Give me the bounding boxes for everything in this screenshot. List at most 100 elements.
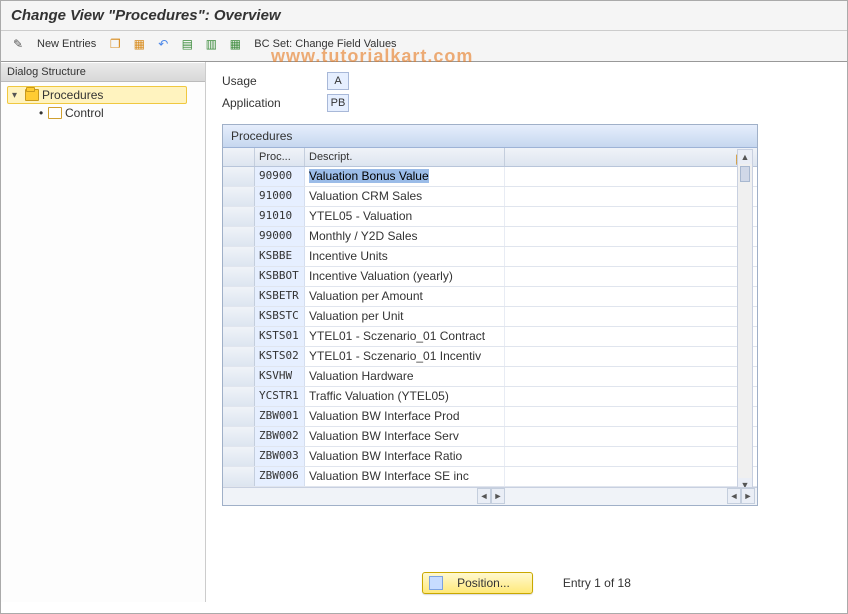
row-selector[interactable] xyxy=(223,347,255,366)
cell-proc[interactable]: KSBSTC xyxy=(255,307,305,326)
row-selector[interactable] xyxy=(223,207,255,226)
row-selector[interactable] xyxy=(223,427,255,446)
cell-proc[interactable]: KSTS01 xyxy=(255,327,305,346)
cell-proc[interactable]: 99000 xyxy=(255,227,305,246)
table-row[interactable]: 99000Monthly / Y2D Sales xyxy=(223,227,757,247)
save-icon[interactable]: ▦ xyxy=(130,35,148,53)
procedures-grid: Procedures Proc... Descript. ▦ 90900Valu… xyxy=(222,124,758,506)
cell-desc[interactable]: Incentive Units xyxy=(305,247,505,266)
cell-desc[interactable]: Valuation BW Interface Prod xyxy=(305,407,505,426)
vertical-scrollbar[interactable]: ▲ ▼ xyxy=(737,149,753,493)
cell-proc[interactable]: YCSTR1 xyxy=(255,387,305,406)
row-selector[interactable] xyxy=(223,447,255,466)
collapse-icon[interactable]: ▾ xyxy=(12,90,22,101)
row-selector[interactable] xyxy=(223,367,255,386)
table-row[interactable]: 91000Valuation CRM Sales xyxy=(223,187,757,207)
table-row[interactable]: 90900Valuation Bonus Value xyxy=(223,167,757,187)
tree-node-label: Procedures xyxy=(42,88,103,102)
row-selector[interactable] xyxy=(223,287,255,306)
row-selector[interactable] xyxy=(223,467,255,486)
cell-desc[interactable]: Valuation per Amount xyxy=(305,287,505,306)
table-row[interactable]: YCSTR1Traffic Valuation (YTEL05) xyxy=(223,387,757,407)
cell-proc[interactable]: KSVHW xyxy=(255,367,305,386)
scroll-left2-icon[interactable]: ◄ xyxy=(727,488,741,504)
deselect-icon[interactable]: ▥ xyxy=(202,35,220,53)
cell-proc[interactable]: KSBETR xyxy=(255,287,305,306)
cell-desc[interactable]: Monthly / Y2D Sales xyxy=(305,227,505,246)
cell-desc[interactable]: Valuation BW Interface Ratio xyxy=(305,447,505,466)
cell-proc[interactable]: KSBBE xyxy=(255,247,305,266)
table-row[interactable]: KSTS01YTEL01 - Sczenario_01 Contract xyxy=(223,327,757,347)
grid-body: 90900Valuation Bonus Value91000Valuation… xyxy=(223,167,757,487)
new-entries-button[interactable]: New Entries xyxy=(37,38,96,50)
cell-desc[interactable]: Traffic Valuation (YTEL05) xyxy=(305,387,505,406)
dialog-tree: ▾ Procedures • Control xyxy=(1,82,205,122)
cell-proc[interactable]: 91010 xyxy=(255,207,305,226)
cell-desc[interactable]: Valuation CRM Sales xyxy=(305,187,505,206)
cell-proc[interactable]: ZBW006 xyxy=(255,467,305,486)
undo-icon[interactable]: ↶ xyxy=(154,35,172,53)
cell-desc[interactable]: Valuation BW Interface Serv xyxy=(305,427,505,446)
row-selector[interactable] xyxy=(223,247,255,266)
row-selector[interactable] xyxy=(223,307,255,326)
scroll-right-icon[interactable]: ► xyxy=(491,488,505,504)
table-row[interactable]: ZBW001Valuation BW Interface Prod xyxy=(223,407,757,427)
tree-node-procedures[interactable]: ▾ Procedures xyxy=(7,86,187,104)
pencil-icon[interactable]: ✎ xyxy=(9,35,27,53)
position-button[interactable]: Position... xyxy=(422,572,533,594)
table-row[interactable]: KSBETRValuation per Amount xyxy=(223,287,757,307)
bullet-icon: • xyxy=(39,106,45,120)
entry-counter: Entry 1 of 18 xyxy=(563,576,631,590)
scroll-right2-icon[interactable]: ► xyxy=(741,488,755,504)
cell-desc[interactable]: Valuation per Unit xyxy=(305,307,505,326)
row-selector[interactable] xyxy=(223,267,255,286)
row-selector[interactable] xyxy=(223,227,255,246)
table-row[interactable]: ZBW006Valuation BW Interface SE inc xyxy=(223,467,757,487)
cell-proc[interactable]: 90900 xyxy=(255,167,305,186)
col-proc-header[interactable]: Proc... xyxy=(255,148,305,166)
row-selector[interactable] xyxy=(223,167,255,186)
cell-proc[interactable]: ZBW002 xyxy=(255,427,305,446)
export-icon[interactable]: ▦ xyxy=(226,35,244,53)
col-desc-header[interactable]: Descript. xyxy=(305,148,505,166)
position-label: Position... xyxy=(457,576,510,590)
cell-proc[interactable]: ZBW003 xyxy=(255,447,305,466)
bc-set-button[interactable]: BC Set: Change Field Values xyxy=(254,38,396,50)
table-row[interactable]: KSBBEIncentive Units xyxy=(223,247,757,267)
table-row[interactable]: KSBBOTIncentive Valuation (yearly) xyxy=(223,267,757,287)
cell-desc[interactable]: YTEL05 - Valuation xyxy=(305,207,505,226)
copy-icon[interactable]: ❐ xyxy=(106,35,124,53)
select-all-icon[interactable]: ▤ xyxy=(178,35,196,53)
cell-proc[interactable]: ZBW001 xyxy=(255,407,305,426)
application-value: PB xyxy=(327,94,349,112)
table-row[interactable]: 91010YTEL05 - Valuation xyxy=(223,207,757,227)
tree-node-control[interactable]: • Control xyxy=(35,104,205,122)
cell-desc[interactable]: Valuation BW Interface SE inc xyxy=(305,467,505,486)
toolbar: ✎ New Entries ❐ ▦ ↶ ▤ ▥ ▦ BC Set: Change… xyxy=(1,31,847,62)
cell-proc[interactable]: KSTS02 xyxy=(255,347,305,366)
folder-icon xyxy=(48,107,62,119)
scroll-up-icon[interactable]: ▲ xyxy=(738,150,752,164)
grid-title: Procedures xyxy=(223,125,757,148)
row-selector[interactable] xyxy=(223,327,255,346)
cell-desc[interactable]: Incentive Valuation (yearly) xyxy=(305,267,505,286)
cell-proc[interactable]: KSBBOT xyxy=(255,267,305,286)
table-row[interactable]: KSVHWValuation Hardware xyxy=(223,367,757,387)
row-selector[interactable] xyxy=(223,387,255,406)
scroll-thumb[interactable] xyxy=(740,166,750,182)
table-row[interactable]: KSBSTCValuation per Unit xyxy=(223,307,757,327)
cell-proc[interactable]: 91000 xyxy=(255,187,305,206)
row-selector[interactable] xyxy=(223,187,255,206)
cell-desc[interactable]: Valuation Bonus Value xyxy=(305,167,505,186)
grid-corner[interactable] xyxy=(223,148,255,166)
table-row[interactable]: ZBW003Valuation BW Interface Ratio xyxy=(223,447,757,467)
row-selector[interactable] xyxy=(223,407,255,426)
cell-desc[interactable]: YTEL01 - Sczenario_01 Contract xyxy=(305,327,505,346)
table-row[interactable]: KSTS02YTEL01 - Sczenario_01 Incentiv xyxy=(223,347,757,367)
horizontal-scrollbar[interactable]: ◄ ► ◄ ► xyxy=(223,487,757,505)
cell-desc[interactable]: Valuation Hardware xyxy=(305,367,505,386)
main-area: Dialog Structure ▾ Procedures • Control … xyxy=(1,62,847,602)
cell-desc[interactable]: YTEL01 - Sczenario_01 Incentiv xyxy=(305,347,505,366)
table-row[interactable]: ZBW002Valuation BW Interface Serv xyxy=(223,427,757,447)
scroll-left-icon[interactable]: ◄ xyxy=(477,488,491,504)
